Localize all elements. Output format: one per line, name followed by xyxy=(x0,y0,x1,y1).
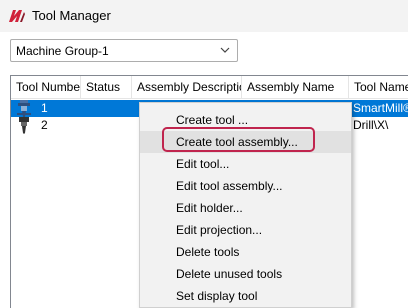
menu-item-edit-holder[interactable]: Edit holder... xyxy=(140,197,351,219)
column-header-assembly-description[interactable]: Assembly Description xyxy=(132,76,242,99)
tool-number: 2 xyxy=(41,118,48,132)
title-bar: Tool Manager xyxy=(0,0,408,32)
annotation-highlight xyxy=(162,127,315,152)
menu-item-edit-projection[interactable]: Edit projection... xyxy=(140,219,351,241)
tool-name: Drill\X\ xyxy=(353,118,389,132)
tool-assembly-icon xyxy=(17,100,31,117)
menu-item-set-display-tool[interactable]: Set display tool xyxy=(140,285,351,307)
table-header: Tool Number Status Assembly Description … xyxy=(11,76,408,99)
column-header-tool-name[interactable]: Tool Name xyxy=(349,76,408,99)
menu-item-edit-tool-assembly[interactable]: Edit tool assembly... xyxy=(140,175,351,197)
chevron-down-icon xyxy=(220,47,230,53)
menu-item-edit-tool[interactable]: Edit tool... xyxy=(140,153,351,175)
column-header-status[interactable]: Status xyxy=(81,76,132,99)
machine-group-dropdown[interactable]: Machine Group-1 xyxy=(10,39,238,62)
column-header-assembly-name[interactable]: Assembly Name xyxy=(242,76,349,99)
window-title: Tool Manager xyxy=(32,8,111,23)
tool-name: SmartMill® 7 xyxy=(353,101,408,115)
tool-manager-window: Tool Manager Machine Group-1 Tool Number… xyxy=(0,0,408,308)
column-header-tool-number[interactable]: Tool Number xyxy=(11,76,81,99)
menu-item-delete-tools[interactable]: Delete tools xyxy=(140,241,351,263)
machine-group-value: Machine Group-1 xyxy=(16,43,109,58)
tool-number: 1 xyxy=(41,101,48,115)
menu-item-delete-unused-tools[interactable]: Delete unused tools xyxy=(140,263,351,285)
mastercam-logo-icon xyxy=(9,10,25,22)
drill-tool-icon xyxy=(19,117,29,134)
